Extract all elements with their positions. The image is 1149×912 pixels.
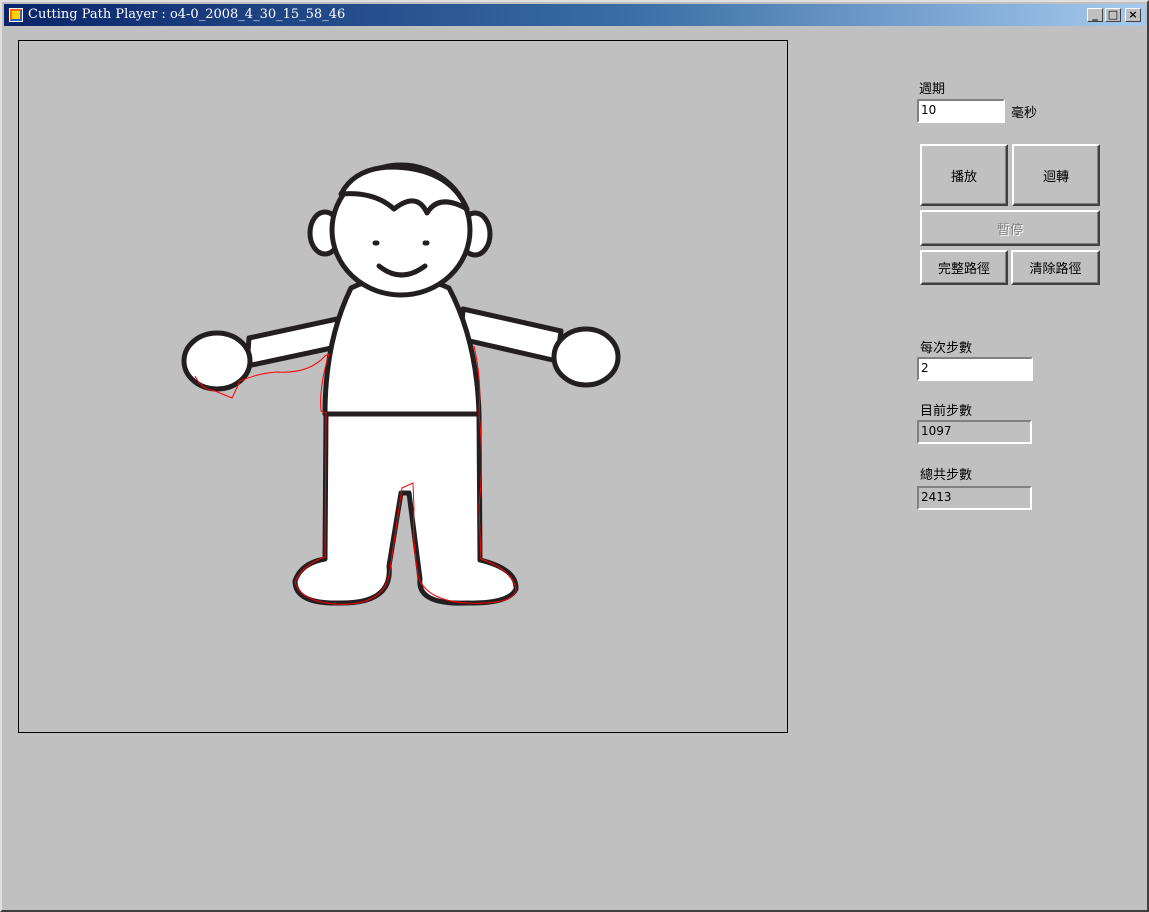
app-icon xyxy=(9,8,23,22)
pause-button[interactable]: 暫停 xyxy=(920,210,1100,246)
full-path-button[interactable]: 完整路徑 xyxy=(920,250,1008,285)
steps-per-tick-input[interactable]: 2 xyxy=(917,357,1033,381)
period-input[interactable]: 10 xyxy=(917,99,1005,123)
right-hand xyxy=(551,326,621,388)
path-canvas[interactable] xyxy=(18,40,788,733)
total-steps-label: 總共步數 xyxy=(920,468,973,483)
legs xyxy=(292,411,519,606)
minimize-button[interactable]: _ xyxy=(1087,8,1103,22)
play-button[interactable]: 播放 xyxy=(920,144,1008,206)
app-window: Cutting Path Player : o4-0_2008_4_30_15_… xyxy=(0,0,1149,912)
figure-drawing xyxy=(181,162,621,606)
steps-per-tick-label: 每次步數 xyxy=(920,341,973,356)
figure-outline xyxy=(181,162,621,606)
title-bar[interactable]: Cutting Path Player : o4-0_2008_4_30_15_… xyxy=(4,4,1145,26)
current-step-label: 目前步數 xyxy=(920,404,973,419)
clear-path-button[interactable]: 清除路徑 xyxy=(1011,250,1100,285)
current-step-field: 1097 xyxy=(917,420,1032,444)
period-unit-label: 毫秒 xyxy=(1011,106,1038,121)
close-button[interactable]: × xyxy=(1125,8,1141,22)
rewind-button[interactable]: 迴轉 xyxy=(1012,144,1100,206)
period-label: 週期 xyxy=(919,82,946,97)
maximize-button[interactable]: □ xyxy=(1105,8,1121,22)
total-steps-field: 2413 xyxy=(917,486,1032,510)
window-title: Cutting Path Player : o4-0_2008_4_30_15_… xyxy=(28,7,346,22)
